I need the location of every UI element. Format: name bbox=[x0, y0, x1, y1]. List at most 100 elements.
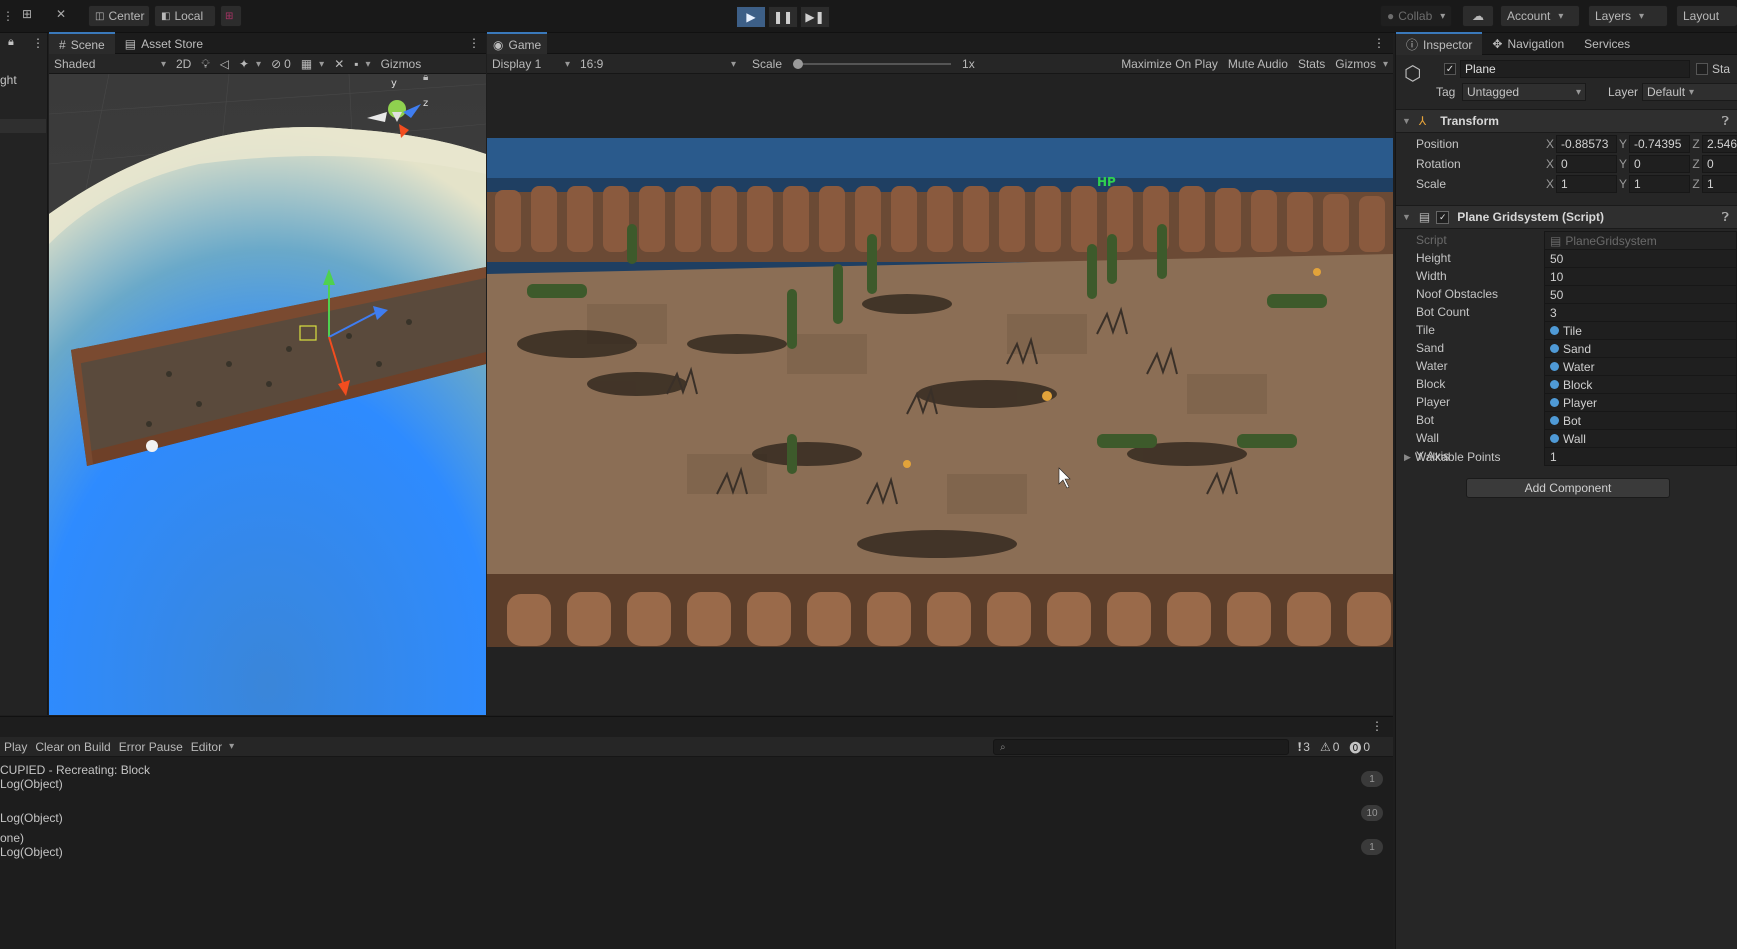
audio-toggle-icon[interactable]: ◁ bbox=[215, 54, 234, 74]
tag-dropdown[interactable]: Untagged bbox=[1462, 83, 1586, 101]
log-entry[interactable]: Log(Object) 10 bbox=[0, 795, 1393, 829]
field-value[interactable]: 1 bbox=[1544, 447, 1737, 466]
panel-menu-icon[interactable]: ⋮ bbox=[32, 36, 44, 50]
hierarchy-selected-row[interactable] bbox=[0, 119, 46, 133]
scale-slider-thumb[interactable] bbox=[793, 59, 804, 69]
scale-slider[interactable] bbox=[787, 54, 957, 74]
warning-counter[interactable]: ⚠︎ 0 bbox=[1320, 740, 1339, 754]
play-button[interactable]: ▶ bbox=[736, 6, 766, 28]
grid-snap-button[interactable]: ⊞ bbox=[220, 5, 242, 27]
pause-button[interactable]: ❚❚ bbox=[768, 6, 798, 28]
grid-toggle-icon[interactable]: ▦ bbox=[296, 54, 329, 74]
info-icon: ❗︎ bbox=[1298, 739, 1302, 754]
tab-inspector[interactable]: ⓘ Inspector bbox=[1396, 32, 1483, 55]
info-counter[interactable]: ❗︎ 3 bbox=[1298, 740, 1310, 755]
display-dropdown[interactable]: Display 1 bbox=[487, 54, 575, 74]
hierarchy-item[interactable]: ght bbox=[0, 73, 48, 90]
scale-vector[interactable]: X1 Y1 Z1 bbox=[1544, 174, 1737, 193]
tools-icon[interactable]: ✕ bbox=[329, 54, 349, 74]
toggle-2d-button[interactable]: 2D bbox=[171, 54, 196, 74]
layers-label: Layers bbox=[1595, 9, 1632, 23]
field-value[interactable]: 10 bbox=[1544, 267, 1737, 286]
lighting-toggle-icon[interactable]: 💡︎ bbox=[196, 54, 214, 74]
object-name-field[interactable]: Plane bbox=[1460, 60, 1690, 78]
layout-dropdown[interactable]: Layout bbox=[1676, 5, 1737, 27]
account-dropdown[interactable]: Account bbox=[1500, 5, 1580, 27]
scale-x-field[interactable]: 1 bbox=[1556, 174, 1617, 193]
editor-dropdown[interactable]: Editor bbox=[187, 737, 238, 757]
active-checkbox[interactable]: ✓ bbox=[1444, 63, 1456, 75]
script-component-header[interactable]: ▼ ▤ ✓ Plane Gridsystem (Script) ❓︎ bbox=[1396, 205, 1737, 229]
field-value[interactable]: 3 bbox=[1544, 303, 1737, 322]
rotation-vector[interactable]: X0 Y0 Z0 bbox=[1544, 154, 1737, 173]
scene-render: y z 🔒︎ bbox=[49, 74, 486, 715]
shading-mode-dropdown[interactable]: Shaded bbox=[49, 54, 171, 74]
collab-dropdown[interactable]: ● Collab bbox=[1380, 5, 1452, 27]
tab-services[interactable]: Services bbox=[1574, 33, 1640, 54]
help-icon[interactable]: ❓︎ bbox=[1722, 210, 1729, 225]
scene-viewport[interactable]: y z 🔒︎ bbox=[49, 74, 486, 715]
field-value[interactable]: Wall bbox=[1544, 429, 1737, 448]
info-count: 3 bbox=[1303, 740, 1310, 754]
hand-tool-icon[interactable]: ⋮ bbox=[2, 9, 14, 23]
scene-gizmos-button[interactable]: Gizmos bbox=[376, 54, 427, 74]
add-component-button[interactable]: Add Component bbox=[1466, 478, 1670, 498]
console-menu-icon[interactable]: ⋮ bbox=[1371, 719, 1383, 733]
info-icon: ⓘ bbox=[1406, 38, 1419, 52]
log-entry[interactable]: CUPIED - Recreating: Block Log(Object) 1 bbox=[0, 761, 1393, 795]
pivot-space-button[interactable]: ◧ Local bbox=[154, 5, 216, 27]
cloud-button[interactable]: ☁ bbox=[1462, 5, 1494, 27]
field-value[interactable]: Water bbox=[1544, 357, 1737, 376]
field-value[interactable]: 50 bbox=[1544, 285, 1737, 304]
tab-scene[interactable]: # Scene bbox=[49, 32, 115, 55]
log-entry[interactable]: one) Log(Object) 1 bbox=[0, 829, 1393, 863]
error-counter[interactable]: ⓿0 bbox=[1349, 739, 1370, 756]
scale-y-field[interactable]: 1 bbox=[1629, 174, 1690, 193]
static-toggle[interactable]: Sta bbox=[1696, 60, 1737, 78]
position-vector[interactable]: X -0.88573 Y -0.74395 Z 2.546 bbox=[1544, 134, 1737, 153]
clear-on-play-toggle[interactable]: Play bbox=[0, 737, 31, 757]
tab-game[interactable]: ◉ Game bbox=[487, 32, 548, 55]
transform-header[interactable]: ▼ ⅄ Transform ❓︎ bbox=[1396, 109, 1737, 133]
position-z-field[interactable]: 2.546 bbox=[1702, 134, 1737, 153]
rect-tool-icon[interactable]: ⊞ bbox=[22, 7, 32, 21]
pivot-center-button[interactable]: ◫ Center bbox=[88, 5, 150, 27]
tab-navigation[interactable]: ✥ Navigation bbox=[1482, 33, 1574, 54]
maximize-on-play-toggle[interactable]: Maximize On Play bbox=[1116, 54, 1223, 74]
transform-tool-icon[interactable]: ✕ bbox=[56, 7, 66, 21]
field-label: Width bbox=[1416, 269, 1447, 283]
component-enabled-checkbox[interactable]: ✓ bbox=[1436, 210, 1450, 224]
scene-menu-icon[interactable]: ⋮ bbox=[468, 36, 480, 50]
stats-toggle[interactable]: Stats bbox=[1293, 54, 1330, 74]
clear-on-build-toggle[interactable]: Clear on Build bbox=[31, 737, 114, 757]
help-icon[interactable]: ❓︎ bbox=[1722, 114, 1729, 129]
game-menu-icon[interactable]: ⋮ bbox=[1373, 36, 1385, 50]
field-value[interactable]: Player bbox=[1544, 393, 1737, 412]
effects-dropdown[interactable]: ✦ bbox=[234, 54, 266, 74]
error-pause-toggle[interactable]: Error Pause bbox=[115, 737, 187, 757]
field-value[interactable]: Tile bbox=[1544, 321, 1737, 340]
lock-icon[interactable]: 🔒︎ bbox=[8, 36, 14, 49]
step-button[interactable]: ▶❚ bbox=[800, 6, 830, 28]
mute-audio-toggle[interactable]: Mute Audio bbox=[1223, 54, 1293, 74]
position-y-field[interactable]: -0.74395 bbox=[1629, 134, 1690, 153]
tab-asset-store[interactable]: ▤ Asset Store bbox=[115, 33, 213, 54]
rotation-z-field[interactable]: 0 bbox=[1702, 154, 1737, 173]
game-gizmos-dropdown[interactable]: Gizmos bbox=[1330, 54, 1393, 74]
layers-dropdown[interactable]: Layers bbox=[1588, 5, 1668, 27]
aspect-dropdown[interactable]: 16:9 bbox=[575, 54, 741, 74]
rotation-y-field[interactable]: 0 bbox=[1629, 154, 1690, 173]
field-value[interactable]: Sand bbox=[1544, 339, 1737, 358]
console-search-input[interactable]: ⌕ bbox=[993, 739, 1289, 755]
hidden-objects-button[interactable]: ⊘ 0 bbox=[266, 54, 296, 74]
field-value[interactable]: 50 bbox=[1544, 249, 1737, 268]
camera-icon[interactable]: ▪ bbox=[349, 54, 375, 74]
scale-z-field[interactable]: 1 bbox=[1702, 174, 1737, 193]
field-value[interactable]: Block bbox=[1544, 375, 1737, 394]
rotation-x-field[interactable]: 0 bbox=[1556, 154, 1617, 173]
pivot-icon: ◫ bbox=[95, 10, 105, 22]
layer-dropdown[interactable]: Default bbox=[1642, 83, 1737, 101]
field-value[interactable]: Bot bbox=[1544, 411, 1737, 430]
game-viewport[interactable]: HP bbox=[487, 74, 1393, 715]
position-x-field[interactable]: -0.88573 bbox=[1556, 134, 1617, 153]
